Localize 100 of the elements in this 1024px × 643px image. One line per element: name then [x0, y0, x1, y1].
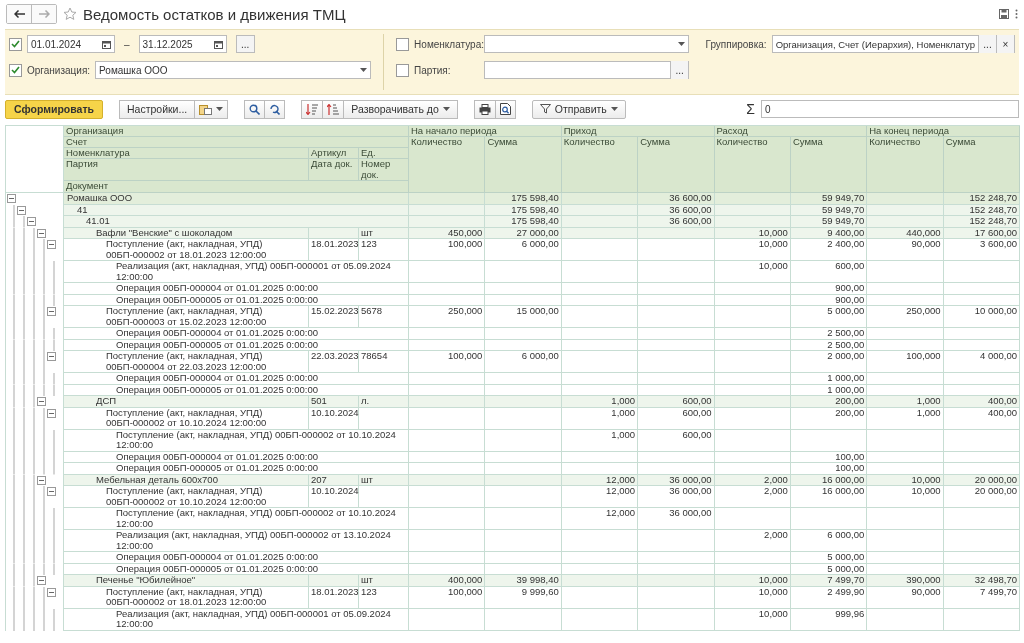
print-button[interactable]	[473, 99, 496, 119]
collapse-toggle[interactable]	[17, 205, 26, 215]
table-cell: 1,000	[867, 396, 944, 408]
batch-field[interactable]: ...	[484, 61, 690, 79]
table-cell: Операция 00БП-000004 от 01.01.2025 0:00:00	[64, 283, 409, 295]
collapse-toggle[interactable]	[47, 307, 56, 316]
expand-dropdown[interactable]: Разворачивать до	[344, 99, 458, 119]
collapse-toggle[interactable]	[47, 352, 56, 361]
window-title: Ведомость остатков и движения ТМЦ	[83, 5, 347, 23]
caret-icon	[216, 107, 224, 111]
sort-icon	[306, 103, 319, 115]
collapse-toggle[interactable]	[37, 228, 46, 238]
table-cell: 152 248,70	[943, 193, 1020, 205]
checkbox[interactable]	[396, 37, 410, 51]
table-cell: 12,000	[561, 486, 639, 508]
table-cell: 200,00	[790, 396, 868, 408]
table-cell: 5 000,00	[790, 306, 868, 328]
search-next-button[interactable]	[265, 99, 286, 119]
table-cell: 12,000	[561, 508, 639, 530]
settings-button[interactable]: Настройки...	[119, 99, 196, 119]
grouping-label: Группировка:	[705, 38, 767, 50]
nomenclature-field[interactable]	[484, 35, 690, 53]
table-cell: 1 000,00	[790, 373, 868, 385]
collapse-toggle[interactable]	[47, 408, 56, 418]
table-cell: 41.01	[64, 216, 409, 228]
date-field[interactable]: 01.01.2024	[27, 35, 115, 53]
calendar-icon[interactable]	[213, 39, 223, 49]
calendar-icon[interactable]	[102, 39, 111, 49]
period-button[interactable]: ...	[235, 35, 255, 53]
collapse-toggle[interactable]	[47, 240, 56, 249]
table-cell: 2 500,00	[790, 339, 868, 351]
table-cell: 1,000	[561, 407, 639, 430]
sum-field[interactable]: 0	[761, 100, 1019, 118]
save-icon[interactable]	[999, 9, 1009, 19]
table-cell: 100,000	[867, 351, 944, 373]
select-button[interactable]: ...	[978, 35, 996, 53]
checkbox[interactable]	[396, 63, 410, 77]
table-cell: 2 000,00	[790, 351, 868, 373]
collapse-toggle[interactable]	[37, 397, 46, 406]
column-header: Номенклатура	[64, 148, 309, 159]
table-cell	[359, 486, 409, 508]
collapse-toggle[interactable]	[7, 194, 16, 203]
table-cell: 501	[309, 396, 359, 408]
date-separator: –	[124, 38, 130, 50]
column-header: Документ	[64, 181, 409, 193]
table-cell: 100,00	[790, 463, 868, 475]
table-cell: 400,000	[409, 575, 486, 587]
table-cell: 59 949,70	[790, 193, 868, 205]
table-cell: 10,000	[714, 586, 791, 609]
generate-button[interactable]: Сформировать	[5, 99, 103, 119]
checkbox[interactable]	[9, 37, 22, 51]
variants-dropdown[interactable]	[195, 99, 229, 119]
batch-label: Партия:	[414, 64, 452, 76]
table-cell: 10,000	[867, 486, 944, 508]
grouping-field[interactable]: Организация, Счет (Иерархия), Номенклатур ... ×	[771, 35, 1015, 53]
page-magnifier-icon	[499, 103, 511, 115]
preview-button[interactable]	[495, 99, 516, 119]
column-header: Количество	[867, 137, 944, 193]
table-cell: 6 000,00	[485, 239, 562, 261]
table-cell: 600,00	[638, 396, 715, 408]
clear-button[interactable]: ×	[996, 35, 1014, 53]
table-cell: 4 000,00	[943, 351, 1020, 373]
collapse-toggle[interactable]	[27, 217, 36, 226]
back-button[interactable]	[7, 5, 31, 23]
sort-icon	[327, 103, 340, 115]
column-header: Счет	[64, 137, 409, 148]
table-cell: 1,000	[561, 396, 639, 408]
clipboard-icon	[199, 103, 213, 115]
table-cell: 90,000	[867, 239, 944, 261]
table-cell: Поступление (акт, накладная, УПД) 00БП-000002 от 10.10.2024 12:00:00	[64, 407, 309, 430]
checkbox[interactable]	[9, 63, 22, 77]
sort-descending-button[interactable]	[301, 99, 324, 119]
collapse-toggle[interactable]	[37, 475, 46, 485]
table-cell: Операция 00БП-000004 от 01.01.2025 0:00:00	[64, 328, 409, 340]
more-icon[interactable]	[1015, 9, 1018, 19]
collapse-toggle[interactable]	[37, 576, 46, 585]
column-header: Номер док.	[359, 159, 409, 181]
search-button[interactable]	[244, 99, 266, 119]
table-cell: 152 248,70	[943, 216, 1020, 228]
collapse-toggle[interactable]	[47, 487, 56, 496]
table-cell: Ромашка ООО	[64, 193, 409, 205]
table-cell: 390,000	[867, 575, 944, 587]
table-cell: 90,000	[867, 586, 944, 609]
select-button[interactable]: ...	[670, 61, 689, 79]
table-cell: 250,000	[867, 306, 944, 328]
table-cell: 400,00	[943, 407, 1020, 430]
table-cell: 9 999,60	[485, 586, 562, 609]
table-cell: 200,00	[790, 407, 868, 430]
table-cell: 7 499,70	[790, 575, 868, 587]
table-cell: Операция 00БП-000005 от 01.01.2025 0:00:00	[64, 339, 409, 351]
table-cell: 10,000	[714, 239, 791, 261]
table-cell: 15.02.2023	[309, 306, 359, 328]
star-icon[interactable]	[63, 7, 77, 21]
table-cell: 22.03.2023	[309, 351, 359, 373]
date-field[interactable]: 31.12.2025	[138, 35, 227, 53]
send-button[interactable]: Отправить	[531, 99, 626, 119]
collapse-toggle[interactable]	[47, 587, 56, 597]
sort-ascending-button[interactable]	[323, 99, 345, 119]
organization-field[interactable]: Ромашка ООО	[95, 61, 372, 79]
table-cell: Поступление (акт, накладная, УПД) 00БП-000002 от 10.10.2024 12:00:00	[64, 508, 409, 530]
